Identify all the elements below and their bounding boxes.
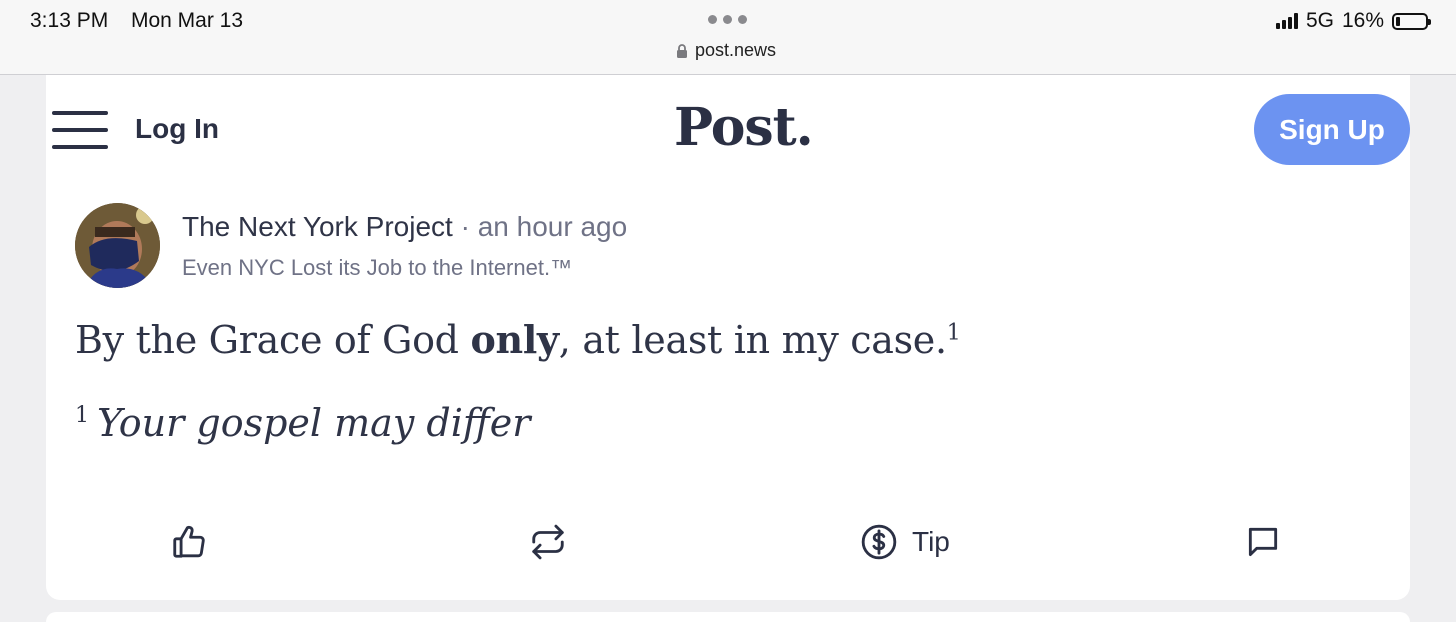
post-card: Log In Post. Sign Up The Next York Proje…: [46, 75, 1410, 600]
post-text-start: By the Grace of God: [75, 318, 471, 362]
comment-button[interactable]: [1244, 523, 1282, 561]
hamburger-menu-icon[interactable]: [52, 111, 108, 151]
footnote-ref[interactable]: 1: [947, 320, 961, 345]
battery-percent: 16%: [1341, 9, 1384, 32]
author-line: The Next York Project · an hour ago: [182, 211, 627, 243]
next-card-edge: [46, 612, 1410, 622]
more-dots-icon[interactable]: [708, 15, 747, 24]
post-time[interactable]: an hour ago: [478, 211, 627, 242]
url-text: post.news: [695, 40, 777, 60]
network-type: 5G: [1305, 9, 1334, 32]
battery-icon: [1392, 12, 1431, 30]
address-bar[interactable]: post.news: [676, 40, 776, 61]
footnote-marker: 1: [75, 403, 89, 429]
separator-dot: ·: [460, 211, 470, 242]
tip-button[interactable]: Tip: [860, 523, 950, 561]
status-bar: 3:13 PM Mon Mar 13 post.news 5G 16%: [0, 0, 1456, 75]
dollar-circle-icon: [861, 524, 897, 560]
post-body: By the Grace of God only, at least in my…: [75, 317, 961, 362]
like-button[interactable]: [170, 523, 208, 561]
lock-icon: [677, 43, 687, 58]
signup-button[interactable]: Sign Up: [1254, 94, 1410, 165]
post-text-end: , at least in my case.: [558, 318, 947, 362]
footnote-text: Your gospel may differ: [97, 401, 531, 445]
footnote: 1 Your gospel may differ: [75, 401, 530, 445]
author-name[interactable]: The Next York Project: [182, 211, 453, 242]
author-tagline: Even NYC Lost its Job to the Internet.™: [182, 255, 573, 280]
post-text-bold: only: [470, 317, 559, 362]
comment-icon: [1248, 527, 1278, 557]
site-logo[interactable]: Post.: [674, 97, 814, 158]
repost-button[interactable]: [529, 523, 567, 561]
thumbs-up-icon: [173, 525, 205, 558]
login-link[interactable]: Log In: [135, 113, 219, 145]
battery-fill: [1396, 16, 1400, 26]
repost-icon: [532, 524, 564, 560]
status-date: Mon Mar 13: [131, 9, 244, 32]
status-time: 3:13 PM: [30, 9, 109, 32]
tip-label: Tip: [912, 526, 950, 557]
avatar[interactable]: [75, 203, 160, 288]
status-indicators: 5G 16%: [1275, 9, 1431, 33]
signal-icon: [1275, 13, 1298, 29]
